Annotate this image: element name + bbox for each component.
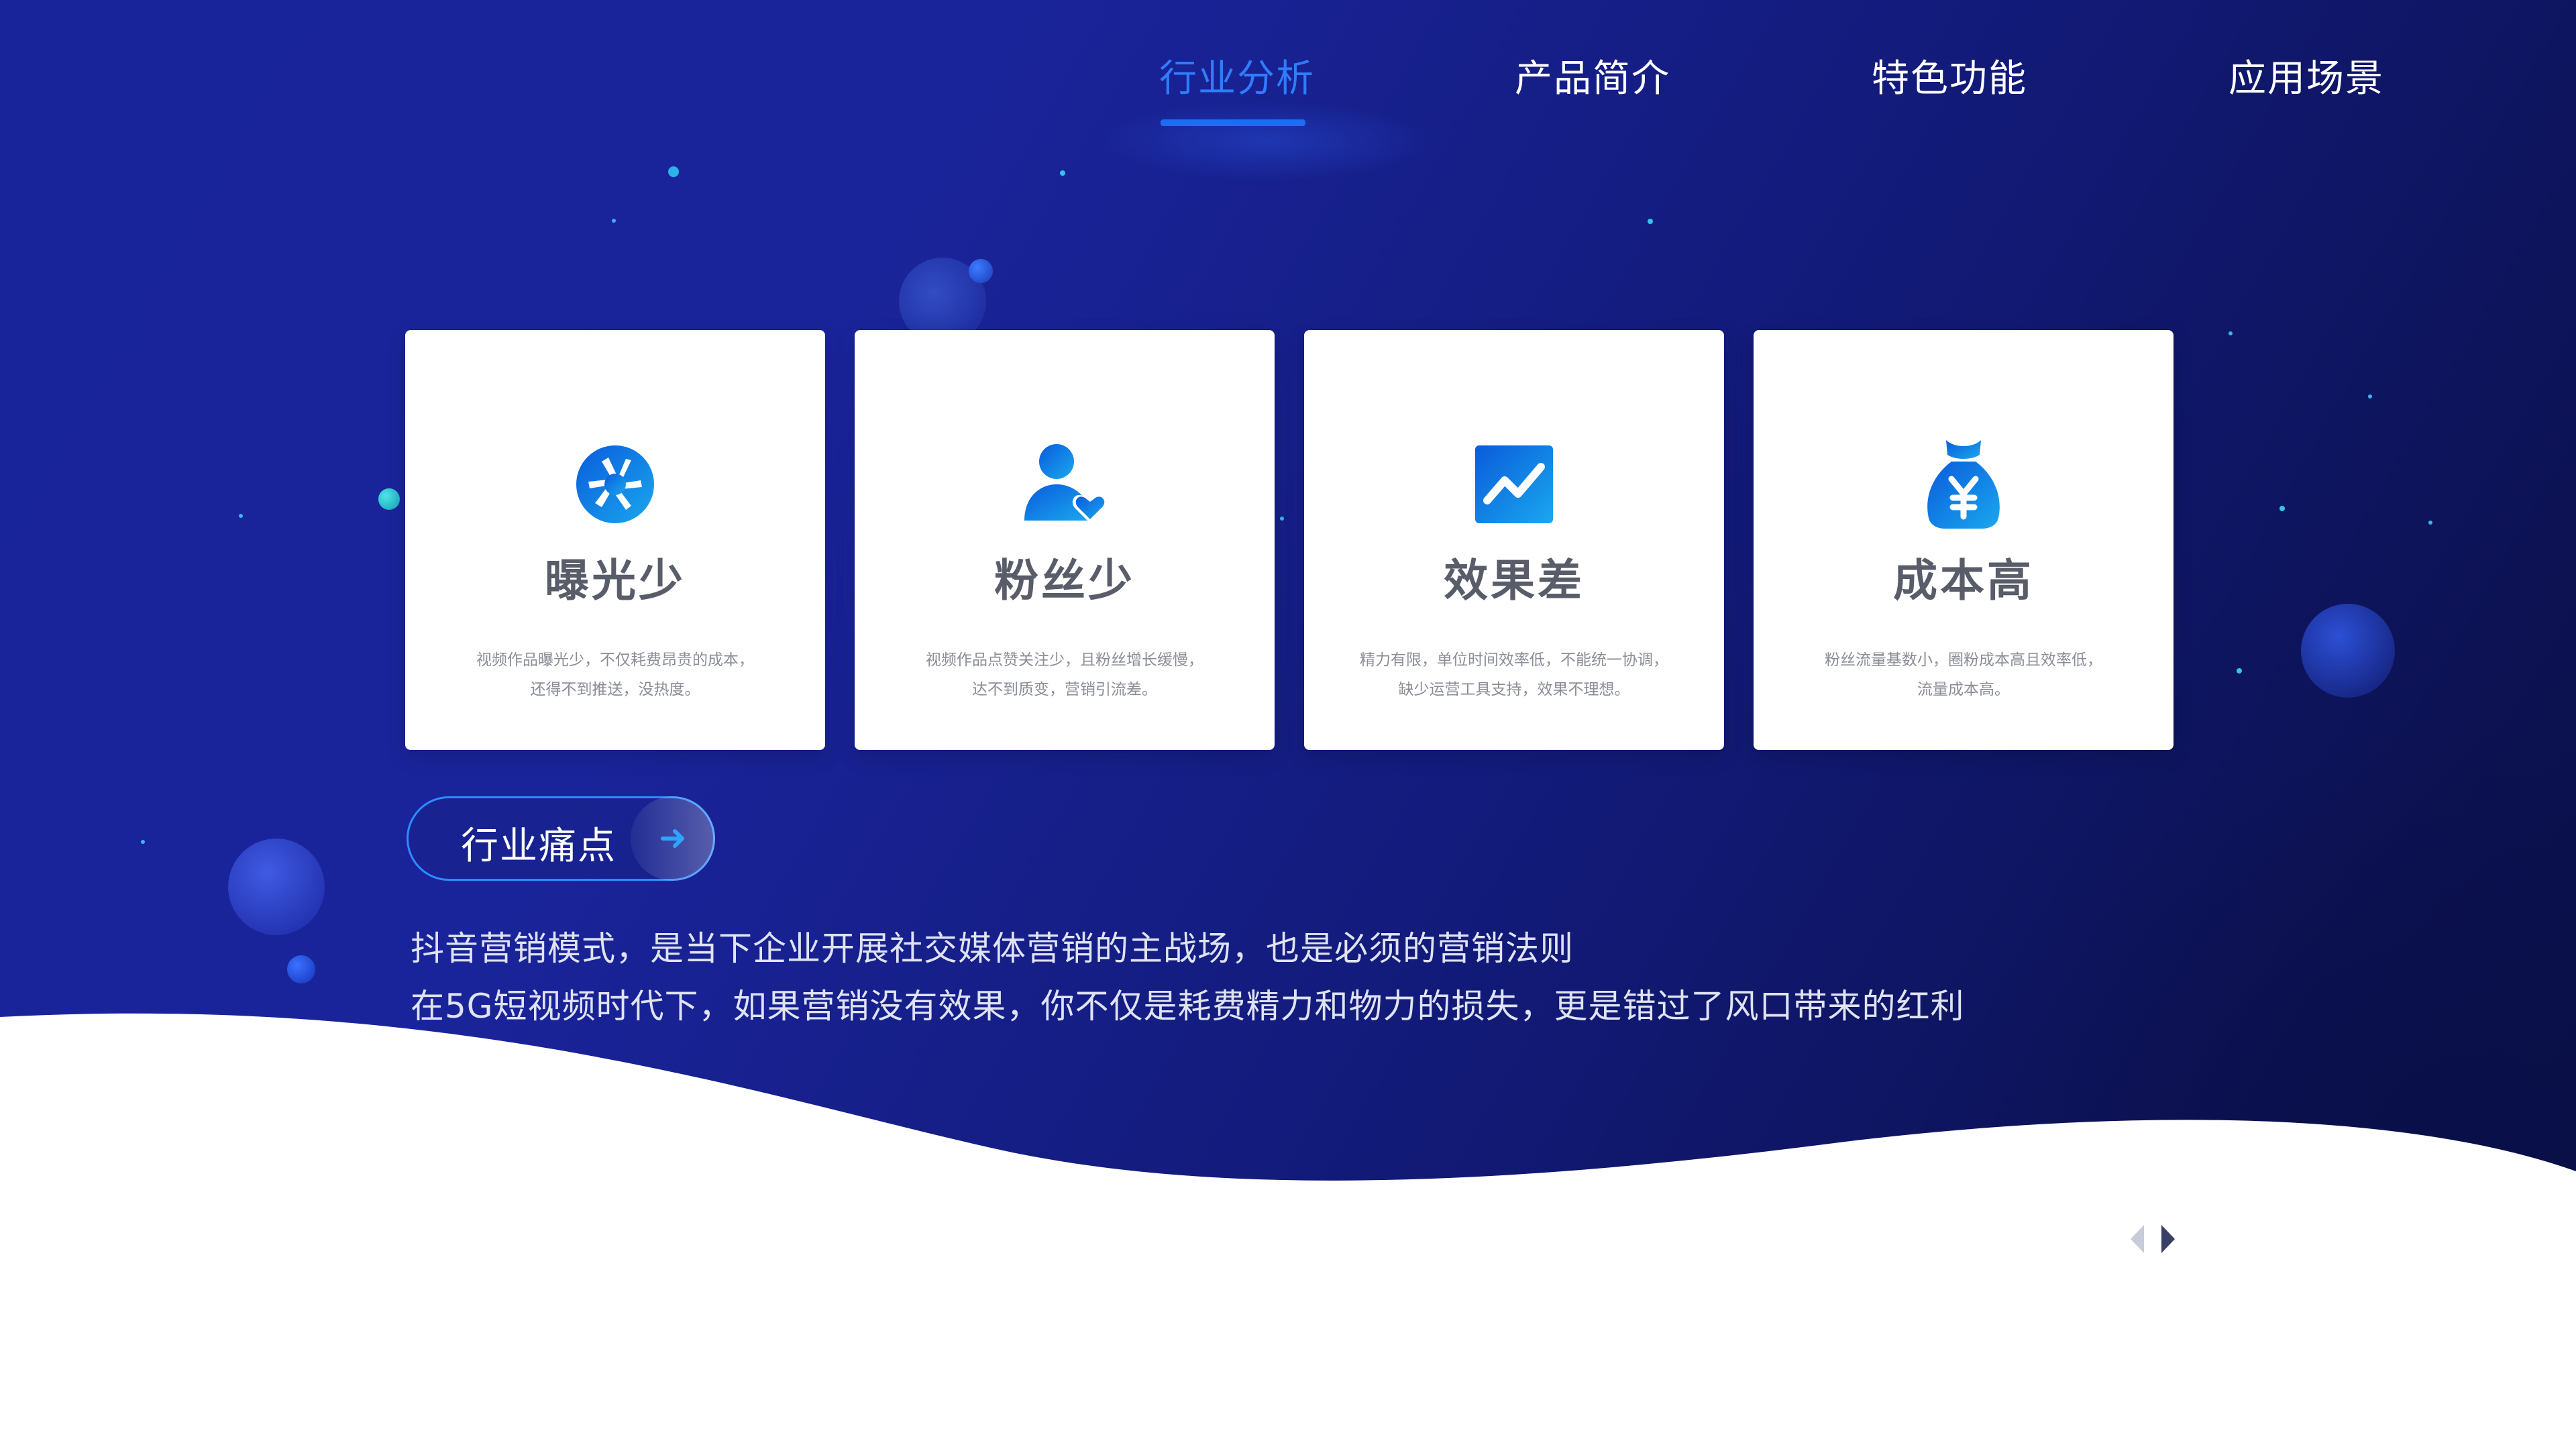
industry-pain-label: 行业痛点	[461, 824, 616, 868]
pain-card-effect: 效果差 精力有限，单位时间效率低，不能统一协调， 缺少运营工具支持，效果不理想。	[1304, 330, 1724, 750]
card-desc-line: 达不到质变，营销引流差。	[972, 681, 1157, 698]
card-title: 效果差	[1444, 555, 1585, 606]
chevron-left-icon[interactable]	[2128, 1224, 2148, 1254]
card-description: 视频作品点赞关注少，且粉丝增长缓慢， 达不到质变，营销引流差。	[895, 645, 1234, 704]
nav-active-underline	[1161, 119, 1305, 126]
card-desc-line: 缺少运营工具支持，效果不理想。	[1398, 681, 1630, 698]
nav-active-glow	[1100, 101, 1436, 181]
chevron-right-icon[interactable]	[2157, 1224, 2178, 1254]
card-title: 成本高	[1893, 555, 2034, 606]
wave-divider	[0, 1013, 2576, 1449]
card-desc-line: 视频作品点赞关注少，且粉丝增长缓慢，	[926, 651, 1203, 669]
industry-pain-button[interactable]: 行业痛点	[407, 796, 715, 881]
camera-aperture-icon	[576, 445, 654, 523]
intro-line-1: 抖音营销模式，是当下企业开展社交媒体营销的主战场，也是必须的营销法则	[411, 929, 1574, 968]
arrow-right-icon	[661, 829, 684, 848]
pain-card-exposure: 曝光少 视频作品曝光少，不仅耗费昂贵的成本， 还得不到推送，没热度。	[405, 330, 825, 750]
intro-line-2: 在5G短视频时代下，如果营销没有效果，你不仅是耗费精力和物力的损失，更是错过了风…	[411, 987, 1965, 1026]
pain-card-fans: 粉丝少 视频作品点赞关注少，且粉丝增长缓慢， 达不到质变，营销引流差。	[855, 330, 1275, 750]
card-desc-line: 精力有限，单位时间效率低，不能统一协调，	[1360, 651, 1668, 669]
card-description: 视频作品曝光少，不仅耗费昂贵的成本， 还得不到推送，没热度。	[445, 645, 785, 704]
card-description: 精力有限，单位时间效率低，不能统一协调， 缺少运营工具支持，效果不理想。	[1344, 645, 1684, 704]
card-desc-line: 视频作品曝光少，不仅耗费昂贵的成本，	[476, 651, 754, 669]
nav-item-product-intro[interactable]: 产品简介	[1515, 52, 1670, 106]
card-desc-line: 流量成本高。	[1917, 681, 2010, 698]
pill-knob	[631, 796, 715, 881]
card-title: 粉丝少	[994, 555, 1135, 606]
nav-item-industry-analysis[interactable]: 行业分析	[1159, 52, 1315, 106]
card-title: 曝光少	[545, 555, 686, 606]
money-bag-icon	[1927, 440, 2000, 529]
card-desc-line: 还得不到推送，没热度。	[530, 681, 700, 698]
user-heart-icon	[1024, 444, 1108, 523]
pain-card-cost: 成本高 粉丝流量基数小，圈粉成本高且效率低， 流量成本高。	[1754, 330, 2174, 750]
card-desc-line: 粉丝流量基数小，圈粉成本高且效率低，	[1825, 651, 2102, 669]
nav-item-scenarios[interactable]: 应用场景	[2229, 52, 2384, 106]
nav-item-features[interactable]: 特色功能	[1872, 52, 2027, 106]
card-description: 粉丝流量基数小，圈粉成本高且效率低， 流量成本高。	[1794, 645, 2133, 704]
trend-chart-icon	[1475, 445, 1553, 523]
